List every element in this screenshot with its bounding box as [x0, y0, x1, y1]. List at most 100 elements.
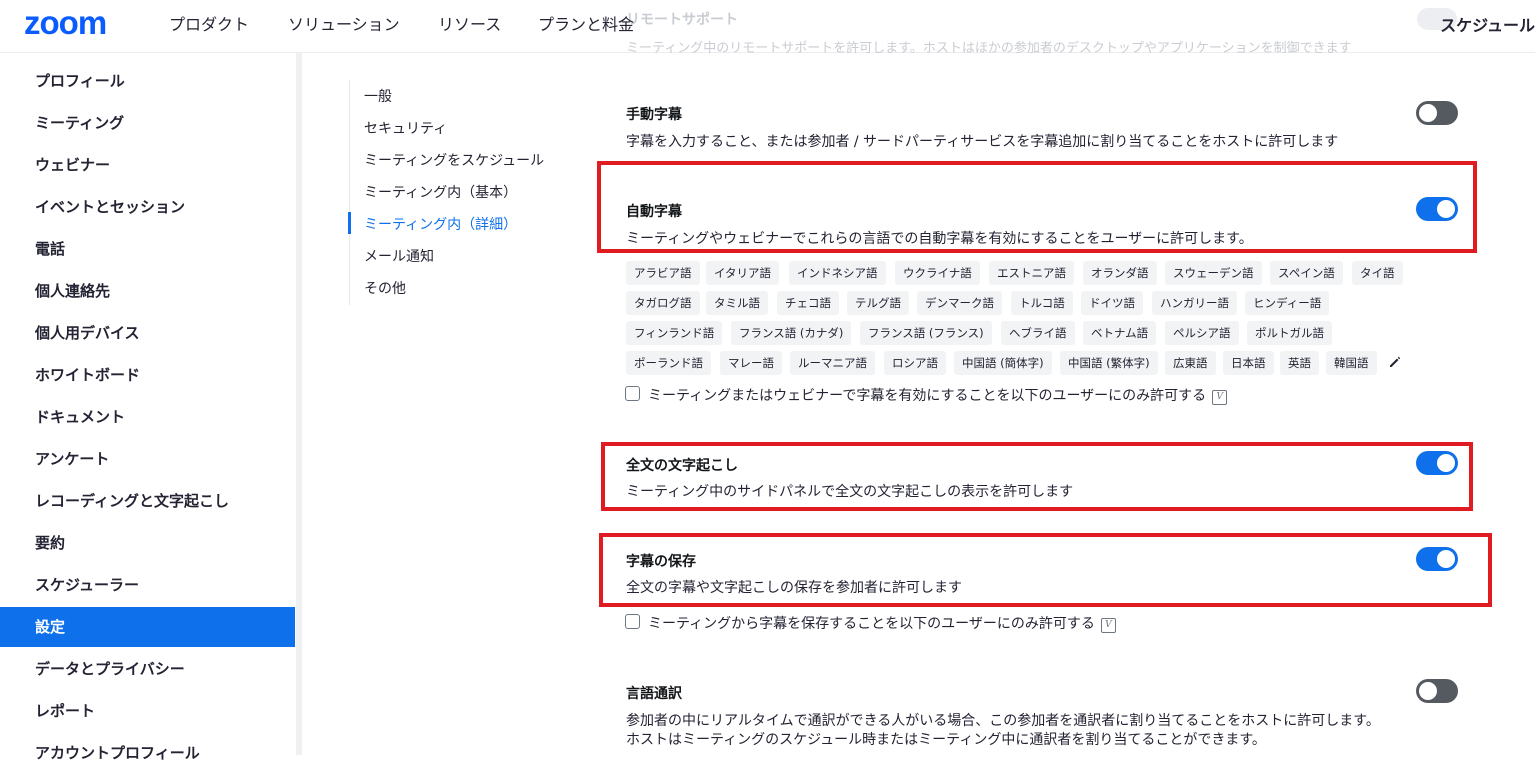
nav-products[interactable]: プロダクト: [169, 11, 249, 35]
interpretation-desc-2: ホストはミーティングのスケジュール時またはミーティング中に通訳者を割り当てること…: [626, 732, 1266, 748]
language-chip: 広東語: [1165, 351, 1216, 375]
language-chip: アラビア語: [626, 261, 700, 285]
language-chip: ルーマニア語: [790, 351, 875, 375]
language-chip: ロシア語: [884, 351, 946, 375]
language-chip: ウクライナ語: [895, 261, 980, 285]
sidebar-item-data-privacy[interactable]: データとプライバシー: [0, 649, 295, 689]
language-chip: 韓国語: [1326, 351, 1377, 375]
sidebar-item-surveys[interactable]: アンケート: [0, 439, 295, 479]
sidebar-item-phone[interactable]: 電話: [0, 229, 295, 269]
settings-subnav: 一般 セキュリティ ミーティングをスケジュール ミーティング内（基本） ミーティ…: [348, 80, 544, 305]
zoom-logo[interactable]: zoom: [24, 4, 107, 42]
language-chip: タミル語: [706, 291, 768, 315]
language-chip: ポルトガル語: [1247, 321, 1332, 345]
sidebar: プロフィール ミーティング ウェビナー イベントとセッション 電話 個人連絡先 …: [0, 53, 302, 762]
subnav-security[interactable]: セキュリティ: [364, 118, 447, 138]
restrict-captions-checkbox[interactable]: [625, 386, 640, 401]
nav-resources[interactable]: リソース: [438, 11, 501, 35]
sidebar-item-documents[interactable]: ドキュメント: [0, 397, 295, 437]
language-chip: 中国語 (繁体字): [1060, 351, 1158, 375]
scrolled-setting-title: リモートサポート: [626, 12, 738, 28]
sidebar-item-settings[interactable]: 設定: [0, 607, 295, 647]
language-chip: スペイン語: [1270, 261, 1343, 285]
restrict-save-captions-label: ミーティングから字幕を保存することを以下のユーザーにのみ許可する V: [648, 613, 1116, 633]
full-transcript-desc: ミーティング中のサイドパネルで全文の文字起こしの表示を許可します: [626, 484, 1074, 500]
language-chip: エストニア語: [989, 261, 1074, 285]
subnav-general[interactable]: 一般: [364, 86, 392, 106]
toggle-knob: [1437, 200, 1455, 218]
user-group-info-icon[interactable]: V: [1100, 618, 1116, 633]
manual-captions-desc: 字幕を入力すること、または参加者 / サードパーティサービスを字幕追加に割り当て…: [626, 134, 1339, 150]
nav-plans-pricing[interactable]: プランと料金: [538, 11, 634, 35]
language-chip: フィンランド語: [626, 321, 723, 345]
sidebar-item-summaries[interactable]: 要約: [0, 523, 295, 563]
user-group-info-icon[interactable]: V: [1212, 390, 1228, 405]
toggle-knob: [1437, 454, 1455, 472]
auto-captions-title: 自動字幕: [626, 204, 682, 220]
language-chip: ハンガリー語: [1152, 291, 1237, 315]
top-navigation: リモートサポート ミーティング中のリモートサポートを許可します。ホストはほかの参…: [0, 0, 1535, 56]
sidebar-item-meetings[interactable]: ミーティング: [0, 103, 295, 143]
nav-solutions[interactable]: ソリューション: [288, 11, 400, 35]
toggle-knob: [1419, 682, 1437, 700]
sidebar-item-reports[interactable]: レポート: [0, 691, 295, 731]
language-chip: トルコ語: [1011, 291, 1073, 315]
language-chip: 日本語: [1223, 351, 1274, 375]
save-captions-toggle[interactable]: [1416, 547, 1458, 571]
subnav-in-meeting-advanced[interactable]: ミーティング内（詳細）: [364, 214, 517, 234]
subnav-schedule-meeting[interactable]: ミーティングをスケジュール: [364, 150, 544, 170]
language-chip: インドネシア語: [789, 261, 886, 285]
language-chip: フランス語 (カナダ): [731, 321, 852, 345]
subnav-email-notification[interactable]: メール通知: [364, 246, 434, 266]
interpretation-desc-1: 参加者の中にリアルタイムで通訳ができる人がいる場合、この参加者を通訳者に割り当て…: [626, 713, 1380, 729]
language-chip: ポーランド語: [626, 351, 711, 375]
manual-captions-toggle[interactable]: [1416, 101, 1458, 125]
language-chip: タガログ語: [626, 291, 700, 315]
language-chip: フランス語 (フランス): [860, 321, 992, 345]
sidebar-item-devices[interactable]: 個人用デバイス: [0, 313, 295, 353]
interpretation-title: 言語通訳: [626, 686, 682, 702]
language-chip: 中国語 (簡体字): [954, 351, 1052, 375]
language-chip: マレー語: [720, 351, 782, 375]
manual-captions-title: 手動字幕: [626, 107, 682, 123]
language-chip: ヘブライ語: [1001, 321, 1075, 345]
full-transcript-title: 全文の文字起こし: [626, 458, 738, 474]
sidebar-item-recordings[interactable]: レコーディングと文字起こし: [0, 481, 295, 521]
language-chip: デンマーク語: [917, 291, 1002, 315]
language-chip: テルグ語: [847, 291, 909, 315]
restrict-captions-label: ミーティングまたはウェビナーで字幕を有効にすることを以下のユーザーにのみ許可する…: [648, 385, 1228, 405]
language-chip: タイ語: [1352, 261, 1403, 285]
language-chip: 英語: [1280, 351, 1319, 375]
language-chip: チェコ語: [777, 291, 839, 315]
full-transcript-toggle[interactable]: [1416, 451, 1458, 475]
language-chip: ヒンディー語: [1245, 291, 1330, 315]
sidebar-item-scheduler[interactable]: スケジューラー: [0, 565, 295, 605]
edit-pencil-icon[interactable]: [1388, 355, 1402, 369]
interpretation-toggle[interactable]: [1416, 679, 1458, 703]
restrict-captions-text: ミーティングまたはウェビナーで字幕を有効にすることを以下のユーザーにのみ許可する: [648, 388, 1207, 404]
auto-captions-desc: ミーティングやウェビナーでこれらの言語での自動字幕を有効にすることをユーザーに許…: [626, 231, 1253, 247]
active-tab-indicator: [348, 212, 351, 234]
sidebar-item-whiteboard[interactable]: ホワイトボード: [0, 355, 295, 395]
auto-captions-toggle[interactable]: [1416, 197, 1458, 221]
language-chip: ペルシア語: [1165, 321, 1239, 345]
sidebar-item-profile[interactable]: プロフィール: [0, 61, 295, 101]
subnav-other[interactable]: その他: [364, 278, 406, 298]
sidebar-item-contacts[interactable]: 個人連絡先: [0, 271, 295, 311]
scrolled-setting-desc: ミーティング中のリモートサポートを許可します。ホストはほかの参加者のデスクトップ…: [626, 41, 1352, 56]
language-chip: スウェーデン語: [1165, 261, 1262, 285]
save-captions-title: 字幕の保存: [626, 554, 696, 570]
sidebar-item-account-profile[interactable]: アカウントプロフィール: [0, 733, 295, 773]
language-chip: イタリア語: [706, 261, 780, 285]
sidebar-item-events[interactable]: イベントとセッション: [0, 187, 295, 227]
schedule-link[interactable]: スケジュール: [1440, 12, 1535, 36]
language-chip: ベトナム語: [1083, 321, 1157, 345]
restrict-save-captions-checkbox[interactable]: [625, 614, 640, 629]
toggle-knob: [1419, 104, 1437, 122]
subnav-in-meeting-basic[interactable]: ミーティング内（基本）: [364, 182, 517, 202]
save-captions-desc: 全文の字幕や文字起こしの保存を参加者に許可します: [626, 580, 962, 596]
toggle-knob: [1437, 550, 1455, 568]
sidebar-item-webinars[interactable]: ウェビナー: [0, 145, 295, 185]
language-chip: ドイツ語: [1081, 291, 1143, 315]
language-chip: オランダ語: [1083, 261, 1157, 285]
